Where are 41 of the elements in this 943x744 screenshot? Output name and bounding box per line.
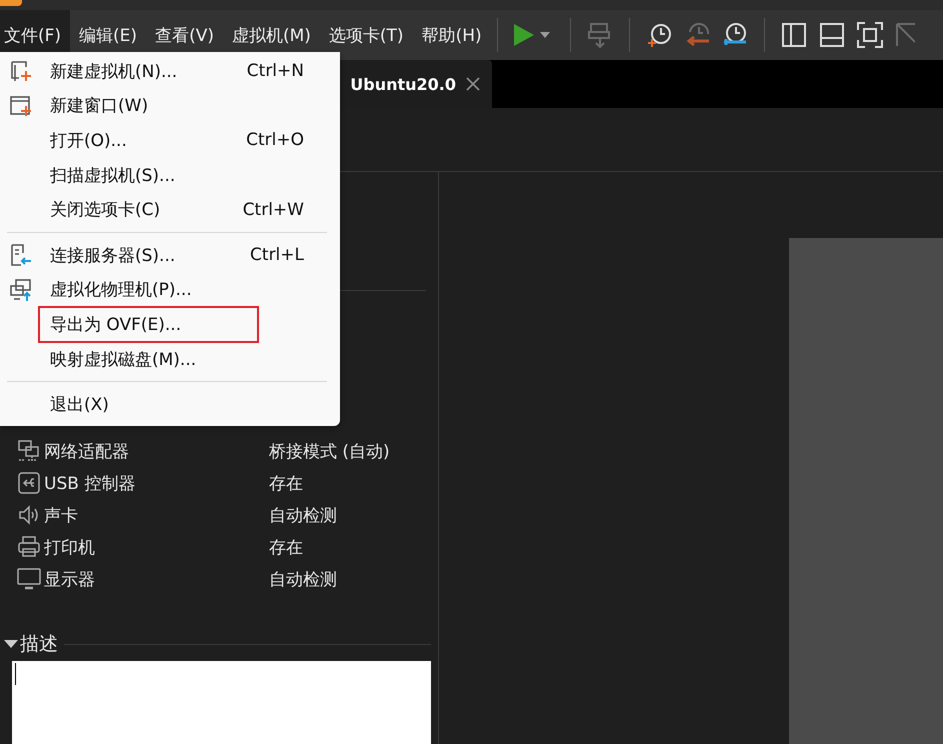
window-plus-icon [9,59,33,84]
section-title: 描述 [20,632,58,657]
description-field[interactable] [12,661,431,744]
menu-item[interactable]: 连接服务器(S)... [50,242,176,269]
device-name: 打印机 [44,536,96,558]
device-value: 存在 [269,472,303,494]
device-name: 声卡 [44,504,79,526]
window-plus-icon [9,94,33,118]
device-value: 存在 [269,536,303,558]
fullscreen-icon[interactable] [854,20,885,50]
monitor-icon [17,567,41,591]
menu-item[interactable]: 新建虚拟机(N)... [50,58,178,85]
device-name: USB 控制器 [44,472,136,494]
close-icon[interactable] [466,77,480,91]
computers-arrow-icon [9,278,33,302]
shortcut-label: Ctrl+L [250,245,304,266]
menu-item[interactable]: 新建窗口(W) [50,92,148,120]
device-value: 自动检测 [269,504,337,526]
menu-item[interactable]: 虚拟化物理机(P)... [50,276,192,304]
network-icon [17,439,41,463]
menu-title[interactable]: 选项卡(T) [320,10,413,60]
menu-title[interactable]: 帮助(H) [412,10,491,60]
device-name: 显示器 [44,568,96,590]
device-value: 桥接模式 (自动) [269,440,390,462]
menu-item[interactable]: 导出为 OVF(E)... [40,308,258,341]
app-icon [0,0,22,6]
device-value: 自动检测 [269,568,337,590]
shortcut-label: Ctrl+W [242,200,304,220]
server-arrow-icon [9,243,33,268]
menu-item[interactable]: 扫描虚拟机(S)... [50,162,176,189]
usb-icon [17,471,41,495]
menu-item[interactable]: 映射虚拟磁盘(M)... [50,346,196,373]
menu-item[interactable]: 关闭选项卡(C) [50,196,160,224]
menu-item[interactable]: 退出(X) [50,391,109,418]
expand-triangle-icon[interactable] [4,639,18,649]
shortcut-label: Ctrl+N [246,61,304,82]
menu-item[interactable]: 打开(O)... [50,126,127,154]
printer-icon [17,535,41,559]
shortcut-label: Ctrl+O [246,130,304,150]
tab-label: Ubuntu20.0 [350,74,456,94]
device-name: 网络适配器 [44,440,130,462]
